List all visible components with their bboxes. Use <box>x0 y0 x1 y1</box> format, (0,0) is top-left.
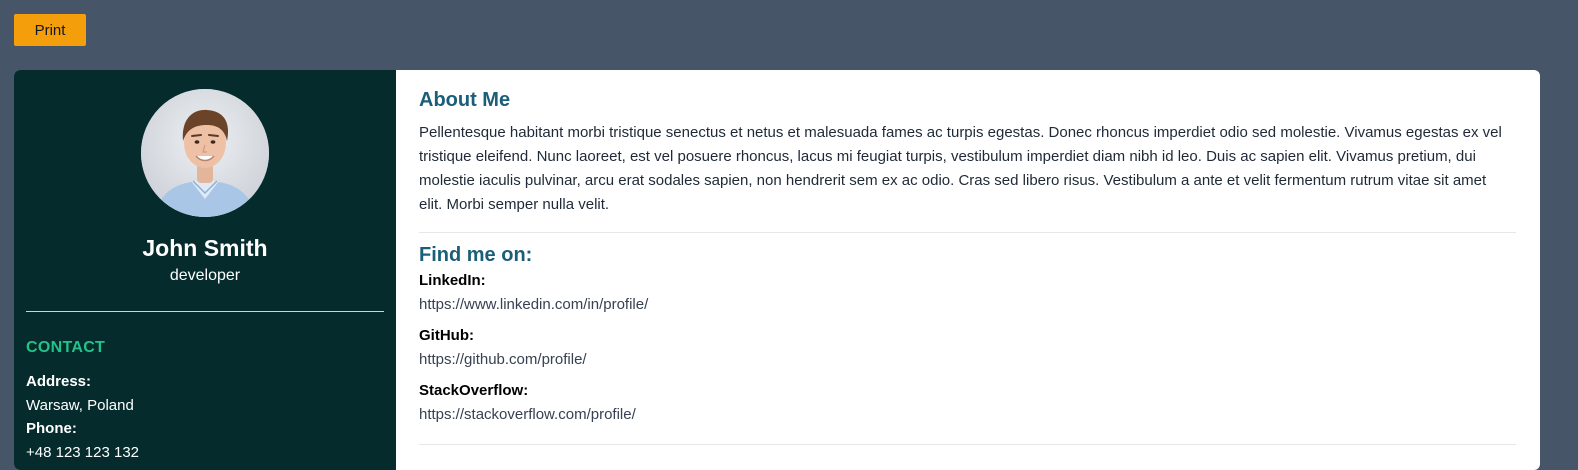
section-divider <box>419 232 1516 233</box>
stackoverflow-link[interactable]: https://stackoverflow.com/profile/ <box>419 402 648 428</box>
profile-role: developer <box>169 267 241 284</box>
find-me-title: Find me on: <box>419 244 533 266</box>
linkedin-link[interactable]: https://www.linkedin.com/in/profile/ <box>419 292 648 318</box>
main-content: About Me Pellentesque habitant morbi tri… <box>396 70 1540 470</box>
resume-card: John Smith developer CONTACT Address: Wa… <box>14 70 1540 470</box>
section-divider-bottom <box>419 444 1516 445</box>
print-button[interactable]: Print <box>14 14 86 46</box>
link-item-linkedin: LinkedIn: https://www.linkedin.com/in/pr… <box>419 270 648 318</box>
link-item-github: GitHub: https://github.com/profile/ <box>419 325 648 373</box>
person-photo-icon <box>141 89 269 217</box>
links-list: LinkedIn: https://www.linkedin.com/in/pr… <box>419 270 648 435</box>
github-label: GitHub: <box>419 327 474 344</box>
github-link[interactable]: https://github.com/profile/ <box>419 347 648 373</box>
address-label: Address: <box>26 373 92 390</box>
sidebar: John Smith developer CONTACT Address: Wa… <box>14 70 396 470</box>
address-value: Warsaw, Poland <box>26 396 134 414</box>
avatar <box>141 89 269 217</box>
profile-name: John Smith <box>142 235 268 261</box>
phone-label: Phone: <box>26 420 77 437</box>
link-item-stackoverflow: StackOverflow: https://stackoverflow.com… <box>419 380 648 428</box>
phone-value: +48 123 123 132 <box>26 443 140 461</box>
about-text: Pellentesque habitant morbi tristique se… <box>419 124 1502 213</box>
stackoverflow-label: StackOverflow: <box>419 382 529 399</box>
contact-title: CONTACT <box>26 339 106 356</box>
about-title: About Me <box>419 89 511 111</box>
sidebar-divider <box>26 311 384 312</box>
contact-list: Address: Warsaw, Poland Phone: +48 123 1… <box>26 370 139 464</box>
linkedin-label: LinkedIn: <box>419 272 486 289</box>
